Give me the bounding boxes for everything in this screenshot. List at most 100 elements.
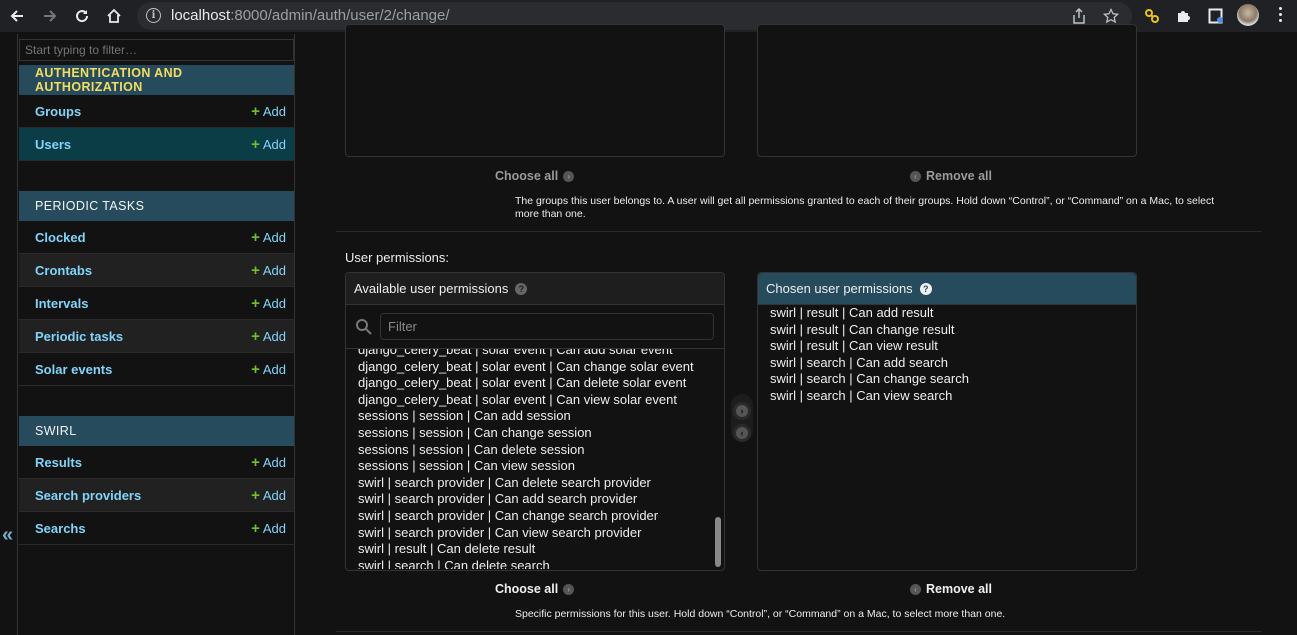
sidebar-item-search-providers: Search providers + Add [19,479,294,512]
puzzle-icon [1178,11,1190,22]
forward-button[interactable] [38,4,62,28]
add-selected-button[interactable]: › [733,402,751,420]
permission-option[interactable]: swirl | search provider | Can change sea… [346,508,724,525]
reload-icon [76,10,89,23]
permission-option[interactable]: sessions | session | Can add session [346,408,724,425]
permission-option[interactable]: sessions | session | Can view session [346,458,724,475]
url-text[interactable]: localhost:8000/admin/auth/user/2/change/ [171,7,450,24]
add-clocked-link[interactable]: + Add [251,229,286,246]
sidebar-item-label[interactable]: Intervals [35,296,88,311]
chosen-groups-select[interactable] [757,24,1137,157]
plus-icon: + [251,327,260,345]
help-text-line: more than one. [515,208,586,220]
module-swirl: SWIRL Results + Add Search providers + Add… [19,416,294,545]
add-periodic-tasks-link[interactable]: + Add [251,328,286,345]
permissions-remove-all-button[interactable]: ‹ Remove all [910,582,992,596]
available-options: django_celery_beat | solar event | Can a… [346,349,724,569]
link-extension-button[interactable] [1141,5,1163,27]
plus-icon: + [251,453,260,471]
sidebar-collapse-strip[interactable]: « [0,34,18,635]
sidebar-item-label[interactable]: Users [35,137,71,152]
permission-option[interactable]: swirl | result | Can change result [758,322,1136,339]
permission-option[interactable]: django_celery_beat | solar event | Can c… [346,359,724,376]
arrow-right-circle-icon: › [563,170,575,182]
add-intervals-link[interactable]: + Add [251,295,286,312]
sidebar-item-crontabs: Crontabs + Add [19,254,294,287]
share-button[interactable] [1069,6,1089,26]
module-caption[interactable]: PERIODIC TASKS [19,191,294,221]
module-caption[interactable]: SWIRL [19,416,294,446]
permission-option[interactable]: swirl | search provider | Can view searc… [346,525,724,542]
add-crontabs-link[interactable]: + Add [251,262,286,279]
add-label: Add [262,520,286,536]
choose-all-label: Choose all [495,582,559,596]
home-button[interactable] [102,4,126,28]
url-path: :8000/admin/auth/user/2/change/ [230,7,450,24]
permission-option[interactable]: swirl | result | Can delete result [346,541,724,558]
side-panel-button[interactable] [1205,5,1227,27]
reload-button[interactable] [70,4,94,28]
help-icon[interactable]: ? [919,282,932,295]
module-caption[interactable]: AUTHENTICATION AND AUTHORIZATION [19,65,294,95]
collapse-sidebar-icon[interactable]: « [2,524,13,547]
groups-remove-all-button[interactable]: ‹ Remove all [910,169,992,183]
add-groups-link[interactable]: + Add [251,103,286,120]
help-icon[interactable]: ? [515,282,528,295]
permissions-filter-input[interactable] [380,313,714,340]
sidebar-item-users: Users + Add [19,128,294,161]
sidebar-filter-input[interactable] [19,39,294,61]
permission-option[interactable]: sessions | session | Can change session [346,425,724,442]
permission-option[interactable]: swirl | search | Can view search [758,388,1136,405]
permission-option[interactable]: django_celery_beat | solar event | Can a… [346,349,724,359]
back-button[interactable] [5,4,29,28]
sidebar-item-label[interactable]: Periodic tasks [35,329,123,344]
arrow-left-circle-icon: ‹ [910,170,921,182]
sidebar-item-label[interactable]: Crontabs [35,263,92,278]
groups-help-text: The groups this user belongs to. A user … [515,195,1275,221]
add-solar-events-link[interactable]: + Add [251,361,286,378]
sidebar-item-label[interactable]: Solar events [35,362,112,377]
kebab-menu-icon[interactable] [1274,7,1286,27]
groups-choose-all-button[interactable]: Choose all › [495,169,575,183]
permission-option[interactable]: swirl | search provider | Can add search… [346,491,724,508]
sidebar-item-label[interactable]: Search providers [35,488,141,503]
add-label: Add [262,136,286,152]
avatar[interactable] [1237,4,1259,26]
plus-icon: + [251,294,260,312]
sidebar-icon [1208,8,1223,24]
bookmark-button[interactable] [1101,6,1121,26]
remove-all-label: Remove all [926,582,993,596]
permission-option[interactable]: swirl | search | Can change search [758,371,1136,388]
sidebar-item-label[interactable]: Clocked [35,230,86,245]
permission-option[interactable]: swirl | result | Can add result [758,305,1136,322]
permissions-help-text: Specific permissions for this user. Hold… [515,608,1006,620]
sidebar-item-label[interactable]: Results [35,455,82,470]
plus-icon: + [251,519,260,537]
add-searchs-link[interactable]: + Add [251,520,286,537]
add-results-link[interactable]: + Add [251,454,286,471]
permission-option[interactable]: swirl | search | Can delete search [346,558,724,569]
add-search-providers-link[interactable]: + Add [251,487,286,504]
add-label: Add [262,262,286,278]
permission-option[interactable]: swirl | search | Can add search [758,355,1136,372]
url-host: localhost [171,7,231,24]
sidebar-item-label[interactable]: Groups [35,104,81,119]
permission-option[interactable]: django_celery_beat | solar event | Can v… [346,392,724,409]
add-users-link[interactable]: + Add [251,136,286,153]
scrollbar-thumb[interactable] [715,517,721,567]
permissions-choose-all-button[interactable]: Choose all › [495,582,575,596]
info-icon[interactable]: i [146,8,161,23]
extensions-button[interactable] [1173,5,1195,27]
sidebar-item-groups: Groups + Add [19,95,294,128]
arrow-left-circle-icon: ‹ [910,583,921,595]
remove-selected-button[interactable]: ‹ [733,424,751,442]
permission-option[interactable]: django_celery_beat | solar event | Can d… [346,375,724,392]
sidebar-item-label[interactable]: Searchs [35,521,86,536]
available-permissions-select[interactable]: django_celery_beat | solar event | Can a… [346,349,724,569]
available-groups-select[interactable] [345,24,725,157]
chosen-permissions-select[interactable]: swirl | result | Can add result swirl | r… [758,305,1136,569]
fieldset-divider [336,231,1262,232]
permission-option[interactable]: swirl | search provider | Can delete sea… [346,475,724,492]
permission-option[interactable]: sessions | session | Can delete session [346,442,724,459]
permission-option[interactable]: swirl | result | Can view result [758,338,1136,355]
